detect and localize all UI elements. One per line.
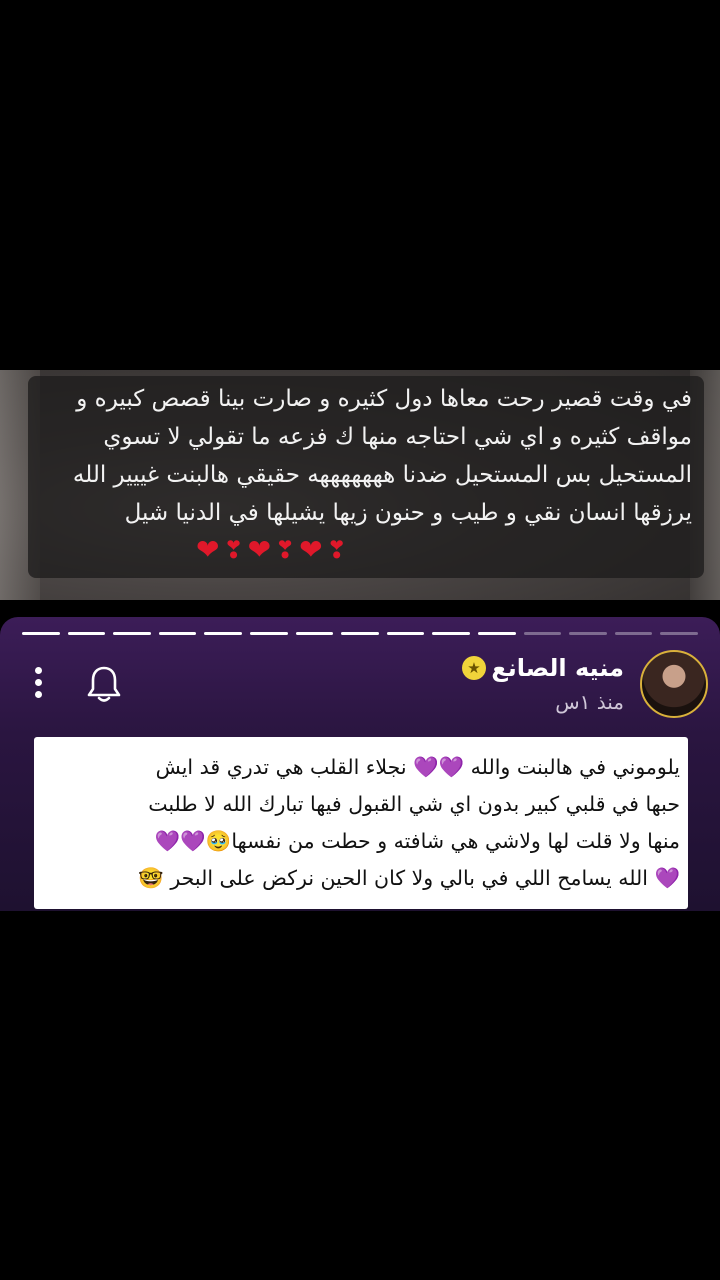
comment-line: يلوموني في هالبنت والله 💜💜 نجلاء القلب ه… (155, 755, 680, 779)
heart-icon: ❤ (196, 533, 220, 566)
comment-line: منها ولا قلت لها ولاشي هي شافته و حطت من… (154, 829, 680, 853)
comment-line: 💜 الله يسامح اللي في بالي ولا كان الحين … (138, 866, 680, 890)
story-progress-bar (22, 632, 698, 635)
heart-icon: ❤ (247, 533, 272, 566)
hearts-row: ❤ ❣ ❤ ❣ ❤ ❣ (196, 532, 347, 568)
heart-exclamation-icon: ❣ (326, 536, 347, 564)
comment-text: يلوموني في هالبنت والله 💜💜 نجلاء القلب ه… (44, 749, 680, 897)
comment-line: حبها في قلبي كبير بدون اي شي القبول فيها… (148, 792, 680, 816)
star-badge-icon: ★ (462, 656, 486, 680)
heart-exclamation-icon: ❣ (275, 536, 296, 564)
heart-icon: ❤ (299, 533, 323, 566)
user-name[interactable]: منيه الصانع (491, 654, 624, 682)
more-vertical-icon[interactable] (30, 664, 46, 702)
quote-text: في وقت قصير رحت معاها دول كثيره و صارت ب… (72, 386, 692, 526)
user-avatar[interactable] (640, 650, 708, 718)
heart-exclamation-icon: ❣ (223, 536, 244, 564)
bell-icon[interactable] (86, 664, 122, 704)
top-black-area (0, 0, 720, 370)
post-time: منذ ١س (555, 690, 624, 714)
bottom-black-area (0, 911, 720, 1280)
